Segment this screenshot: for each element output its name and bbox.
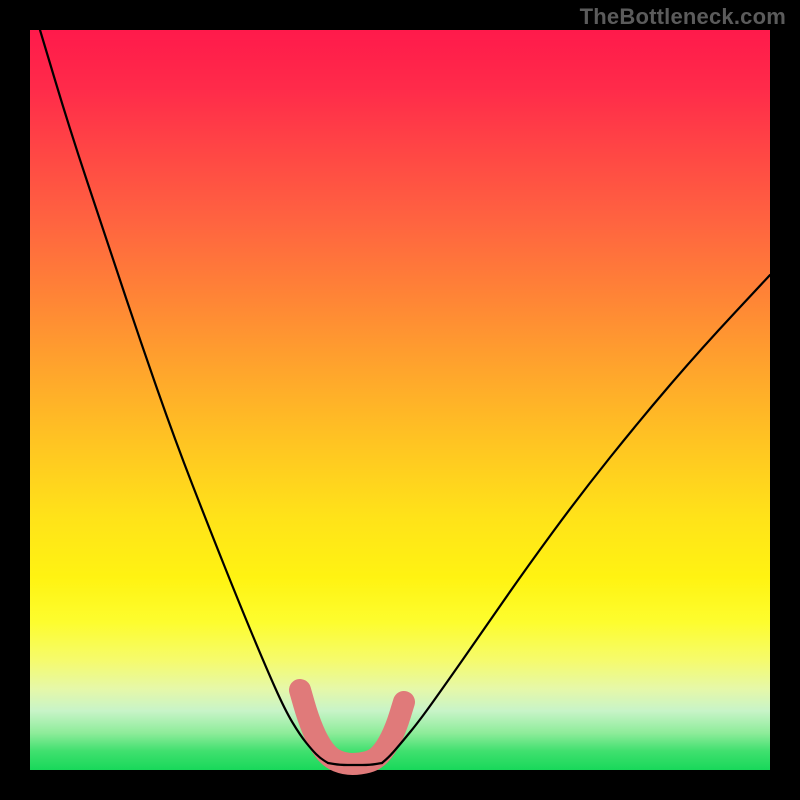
right-curve-path <box>382 275 770 763</box>
chart-frame: TheBottleneck.com <box>0 0 800 800</box>
chart-curves <box>30 30 770 770</box>
left-curve-path <box>40 30 328 763</box>
watermark-text: TheBottleneck.com <box>580 4 786 30</box>
